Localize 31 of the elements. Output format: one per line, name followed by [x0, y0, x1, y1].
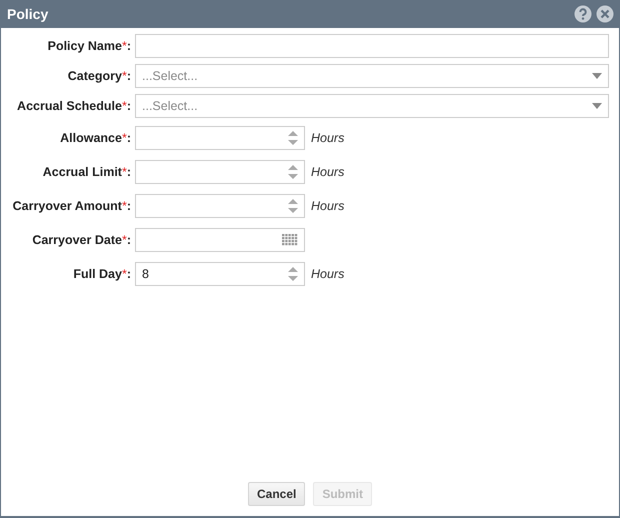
window-title: Policy: [7, 6, 48, 22]
input-field[interactable]: [135, 34, 609, 58]
spinner-icon[interactable]: [288, 266, 298, 282]
caret-icon: [592, 103, 602, 109]
field-label: Accrual Schedule*:: [16, 99, 132, 113]
spinner-icon[interactable]: [288, 164, 298, 180]
close-icon[interactable]: [596, 5, 614, 23]
field-label: Allowance*:: [59, 131, 132, 145]
help-icon[interactable]: [574, 5, 592, 23]
number-field[interactable]: 8: [135, 262, 305, 286]
number-field[interactable]: [135, 194, 305, 218]
caret-icon: [592, 73, 602, 79]
dialog-button[interactable]: Cancel: [248, 482, 306, 506]
unit-label: Hours: [311, 165, 344, 179]
date-field[interactable]: [135, 228, 305, 252]
dropdown[interactable]: ...Select...: [135, 64, 609, 88]
unit-label: Hours: [311, 267, 344, 281]
unit-label: Hours: [311, 131, 344, 145]
field-label: Policy Name*:: [46, 39, 132, 53]
number-field[interactable]: [135, 126, 305, 150]
field-label: Accrual Limit*:: [42, 165, 132, 179]
field-label: Carryover Date*:: [31, 233, 132, 247]
spinner-icon[interactable]: [288, 198, 298, 214]
calendar-icon[interactable]: [282, 234, 298, 246]
field-label: Carryover Amount*:: [12, 199, 132, 213]
number-field[interactable]: [135, 160, 305, 184]
dropdown[interactable]: ...Select...: [135, 94, 609, 118]
spinner-icon[interactable]: [288, 130, 298, 146]
field-label: Full Day*:: [72, 267, 132, 281]
field-label: Category*:: [66, 69, 132, 83]
unit-label: Hours: [311, 199, 344, 213]
